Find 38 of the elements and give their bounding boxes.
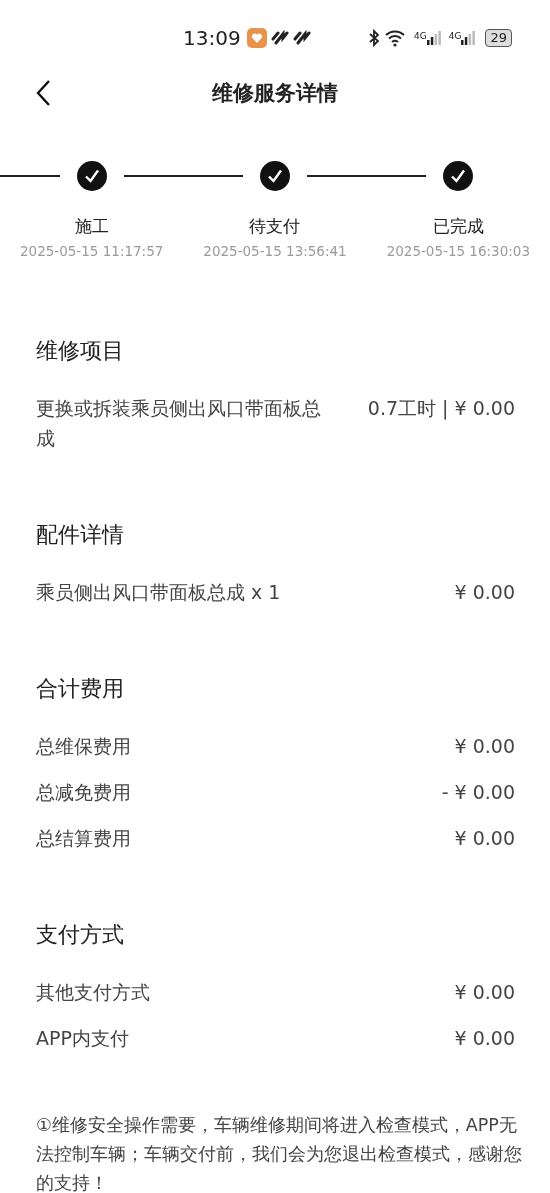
notification-icon: [270, 30, 289, 46]
row-value: ¥ 0.00: [454, 580, 515, 605]
notification-icon: [292, 30, 311, 46]
step-label: 待支付: [249, 215, 301, 238]
step-label: 施工: [74, 215, 109, 238]
step-time: 2025-05-15 11:17:57: [19, 242, 164, 261]
row-label: 乘员侧出风口带面板总成 x 1: [36, 580, 282, 605]
row-label: 总减免费用: [36, 780, 132, 805]
row-label: APP内支付: [36, 1026, 130, 1051]
status-time: 13:09: [183, 26, 241, 50]
section-title: 支付方式: [36, 921, 125, 949]
app-notification-icon: [246, 28, 267, 48]
step-time: 2025-05-15 16:30:03: [386, 242, 530, 261]
network-label: 4G: [414, 31, 427, 41]
back-icon[interactable]: [35, 79, 51, 107]
step-label: 已完成: [432, 215, 484, 238]
step-time: 2025-05-15 13:56:41: [203, 242, 347, 261]
row-label: 总结算费用: [36, 826, 132, 851]
row-value: 0.7工时 | ¥ 0.00: [367, 396, 515, 422]
row-value: - ¥ 0.00: [441, 780, 515, 805]
bluetooth-icon: [368, 29, 381, 47]
signal-icon: [426, 31, 441, 45]
row-value: ¥ 0.00: [454, 734, 515, 759]
section-title: 维修项目: [36, 337, 125, 365]
row-label: 总维保费用: [36, 734, 132, 759]
page-title: 维修服务详情: [212, 80, 338, 107]
footnote: ①维修安全操作需要，车辆维修期间将进入检查模式，APP无法控制车辆；车辆交付前，我们会为您退出检查模式，感谢您的支持！: [36, 1114, 523, 1193]
signal-icon: [461, 31, 476, 45]
battery-indicator: 29: [485, 29, 512, 47]
row-label: 更换或拆装乘员侧出风口带面板总成: [36, 396, 322, 451]
section-title: 配件详情: [36, 521, 125, 549]
row-value: ¥ 0.00: [454, 826, 515, 851]
section-title: 合计费用: [36, 675, 125, 703]
row-value: ¥ 0.00: [454, 980, 515, 1005]
row-value: ¥ 0.00: [454, 1026, 515, 1051]
wifi-icon: [384, 29, 407, 47]
row-label: 其他支付方式: [36, 980, 151, 1005]
network-label: 4G: [448, 31, 462, 41]
